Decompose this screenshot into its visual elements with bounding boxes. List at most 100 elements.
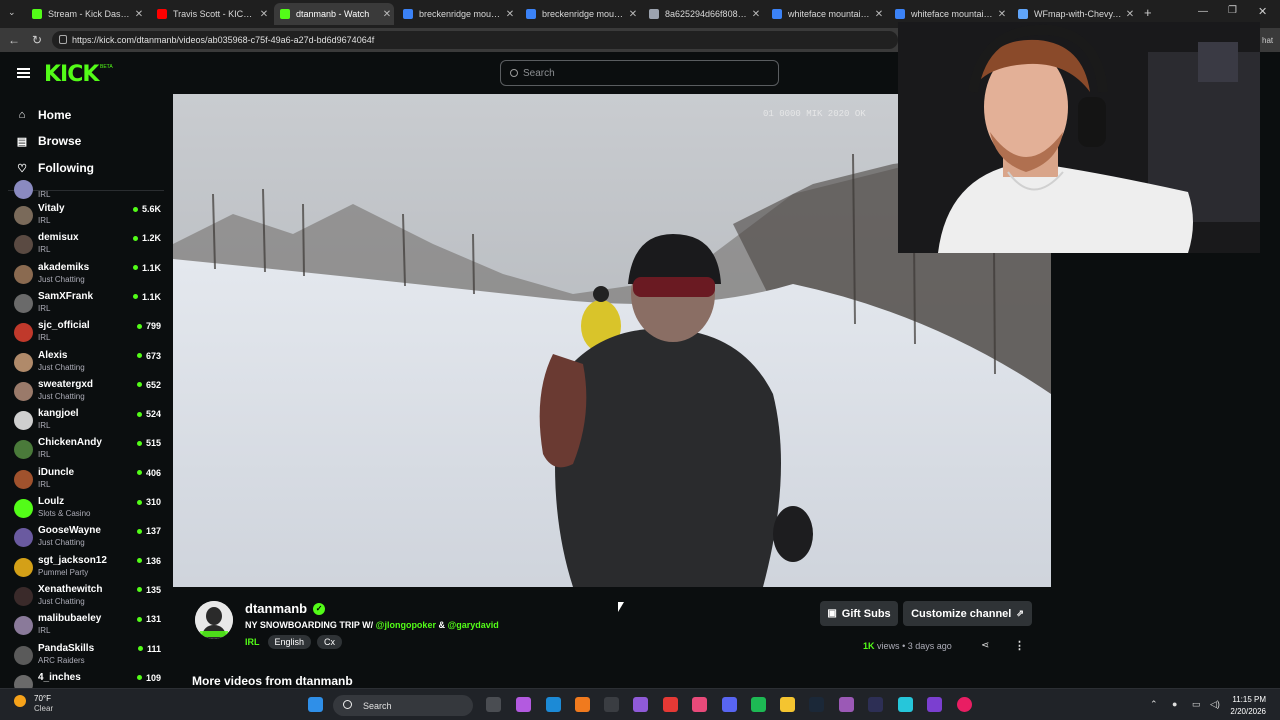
viewer-count: 524 — [136, 409, 161, 419]
restore-button[interactable]: ❐ — [1228, 5, 1237, 16]
channel-item[interactable]: sweatergxd Just Chatting 652 — [14, 378, 164, 405]
browser-tab[interactable]: whiteface mountain ma ✕ — [766, 3, 886, 25]
tab-title: whiteface mountain ma — [911, 9, 995, 19]
live-dot-icon — [132, 265, 138, 271]
more-options-icon[interactable]: ⋮ — [1014, 639, 1025, 652]
channel-item[interactable]: sjc_official IRL 799 — [14, 319, 164, 346]
channel-item[interactable]: GooseWayne Just Chatting 137 — [14, 524, 164, 551]
gift-subs-label: Gift Subs — [841, 607, 891, 620]
discord-icon[interactable] — [722, 697, 737, 712]
reload-button[interactable]: ↻ — [32, 33, 42, 47]
windows-start-icon[interactable] — [308, 697, 323, 712]
browser-tab[interactable]: Stream - Kick Dashboar✕ — [26, 3, 146, 25]
nav-browse[interactable]: ▤ Browse — [16, 130, 82, 152]
viewer-count: 135 — [136, 584, 161, 595]
channel-item[interactable]: Vitaly IRL 5.6K — [14, 202, 164, 229]
microphone-icon[interactable]: ● — [1172, 699, 1177, 709]
system-clock[interactable]: 11:15 PM 2/20/2026 — [1230, 694, 1266, 718]
kick-logo[interactable]: KICK — [44, 62, 99, 87]
channel-item[interactable]: iDuncle IRL 406 — [14, 466, 164, 493]
channel-name[interactable]: dtanmanb ✓ — [245, 601, 326, 616]
channel-item[interactable]: sgt_jackson12 Pummel Party 136 — [14, 554, 164, 581]
tab-close-icon[interactable]: ✕ — [257, 9, 271, 20]
copilot-icon[interactable] — [516, 697, 531, 712]
channel-item[interactable]: akademiks Just Chatting 1.1K — [14, 261, 164, 288]
mention-link-1[interactable]: @jlongopoker — [376, 620, 436, 630]
spotify-icon[interactable] — [751, 697, 766, 712]
twitch-icon[interactable] — [633, 697, 648, 712]
views-label: views — [877, 641, 900, 651]
app-red-icon[interactable] — [663, 697, 678, 712]
browser-tab[interactable]: breckenridge mountain ✕ — [397, 3, 517, 25]
steam-icon[interactable] — [809, 697, 824, 712]
chat-toggle-label[interactable]: hat — [1262, 36, 1273, 45]
tab-close-icon[interactable]: ✕ — [503, 9, 517, 20]
viewer-count-value: 135 — [145, 584, 161, 595]
app-pink-icon[interactable] — [957, 697, 972, 712]
tab-close-icon[interactable]: ✕ — [995, 9, 1009, 20]
more-videos-heading: More videos from dtanmanb — [192, 674, 353, 688]
tab-close-icon[interactable]: ✕ — [872, 9, 886, 20]
app-cyan-icon[interactable] — [898, 697, 913, 712]
task-view-icon[interactable] — [486, 697, 501, 712]
viewer-count-value: 515 — [145, 438, 161, 449]
browser-tab[interactable]: dtanmanb - Watch ✕ — [274, 3, 394, 25]
channel-name: sgt_jackson12 — [38, 554, 107, 566]
minimize-button[interactable]: — — [1198, 6, 1208, 17]
menu-icon[interactable] — [17, 68, 30, 78]
channel-item[interactable]: kangjoel IRL 524 — [14, 407, 164, 434]
channel-item[interactable]: demisux IRL 1.2K — [14, 231, 164, 258]
gift-subs-button[interactable]: ▣ Gift Subs — [820, 601, 898, 626]
channel-item[interactable]: SamXFrank IRL 1.1K — [14, 290, 164, 317]
category-link[interactable]: IRL — [245, 637, 262, 647]
tab-list-chevron-icon[interactable]: ⌄ — [8, 7, 16, 18]
tag-pill[interactable]: English — [267, 635, 312, 649]
channel-item[interactable]: malibubaeley IRL 131 — [14, 612, 164, 639]
tab-close-icon[interactable]: ✕ — [749, 9, 763, 20]
music-icon[interactable] — [692, 697, 707, 712]
tab-close-icon[interactable]: ✕ — [132, 9, 146, 20]
tag-pill[interactable]: Cx — [317, 635, 343, 649]
channel-item[interactable]: 4_inches 109 — [14, 671, 164, 688]
share-icon[interactable]: ⋖ — [981, 640, 989, 651]
edge-icon[interactable] — [546, 697, 561, 712]
back-button[interactable]: ← — [8, 33, 20, 47]
file-explorer-icon[interactable] — [780, 697, 795, 712]
tab-close-icon[interactable]: ✕ — [626, 9, 640, 20]
channel-item-partial[interactable]: IRL — [14, 180, 164, 202]
search-input[interactable]: Search — [500, 60, 779, 86]
mention-link-2[interactable]: @garydavid — [447, 620, 498, 630]
taskbar-search[interactable]: Search — [333, 695, 473, 716]
nav-following[interactable]: ♡ Following — [16, 157, 94, 179]
channel-avatar[interactable] — [195, 601, 233, 639]
channel-item[interactable]: PandaSkills ARC Raiders 111 — [14, 642, 164, 669]
channel-item[interactable]: Xenathewitch Just Chatting 135 — [14, 583, 164, 610]
channel-category: Pummel Party — [38, 567, 89, 577]
tab-title: Stream - Kick Dashboar — [48, 9, 132, 19]
fx-icon[interactable] — [927, 697, 942, 712]
channel-item[interactable]: ChickenAndy IRL 515 — [14, 436, 164, 463]
channel-item[interactable]: Loulz Slots & Casino 310 — [14, 495, 164, 522]
tray-overflow-icon[interactable]: ⌃ — [1150, 699, 1158, 710]
browser-tab[interactable]: 8a625294d66f8082f13a✕ — [643, 3, 763, 25]
new-tab-button[interactable]: + — [1144, 5, 1152, 20]
display-icon[interactable]: ▭ — [1192, 699, 1201, 710]
firefox-icon[interactable] — [575, 697, 590, 712]
app-dark-icon[interactable] — [868, 697, 883, 712]
address-bar[interactable]: https://kick.com/dtanmanb/videos/ab03596… — [52, 31, 898, 49]
nav-home[interactable]: ⌂ Home — [16, 104, 72, 126]
browser-tab[interactable]: breckenridge mountain ✕ — [520, 3, 640, 25]
viewer-count-value: 799 — [145, 321, 161, 332]
viewer-count: 1.2K — [132, 233, 161, 243]
channel-item[interactable]: Alexis Just Chatting 673 — [14, 349, 164, 376]
app-purple-icon[interactable] — [839, 697, 854, 712]
tab-close-icon[interactable]: ✕ — [380, 9, 394, 20]
tab-close-icon[interactable]: ✕ — [1123, 9, 1137, 20]
viewer-count-value: 136 — [145, 555, 161, 566]
customize-channel-button[interactable]: Customize channel ⇗ — [903, 601, 1032, 626]
volume-icon[interactable]: ◁) — [1210, 699, 1220, 710]
close-window-button[interactable]: ✕ — [1258, 5, 1267, 18]
browser-tab[interactable]: Travis Scott - KICK OUT✕ — [151, 3, 271, 25]
tab-favicon-icon — [403, 9, 413, 19]
obs-icon[interactable] — [604, 697, 619, 712]
